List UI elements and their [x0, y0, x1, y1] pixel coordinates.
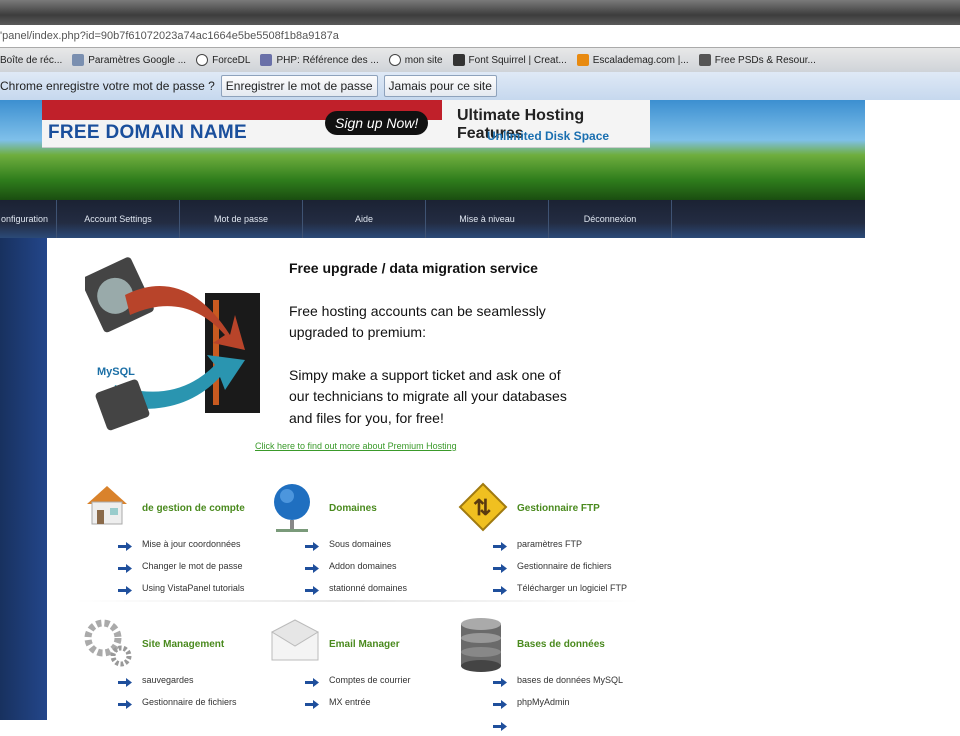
bookmark-label: mon site [404, 54, 443, 66]
php-icon [260, 54, 273, 66]
arrow-right-icon [305, 674, 319, 687]
signup-button[interactable]: Sign up Now! [325, 111, 429, 135]
bookmark[interactable]: mon site [388, 54, 443, 66]
section-title[interactable]: Gestionnaire FTP [517, 503, 600, 514]
arrow-right-icon [305, 582, 319, 595]
arrow-right-icon [493, 674, 507, 687]
arrow-right-icon [493, 582, 507, 595]
mountain-icon [576, 54, 589, 66]
section-link[interactable]: phpMyAdmin [517, 697, 570, 707]
section-link[interactable]: Télécharger un logiciel FTP [517, 583, 627, 593]
bookmarks-bar: Boîte de réc... Paramètres Google ... Fo… [0, 48, 960, 72]
page-margin [865, 100, 960, 238]
section-link[interactable]: MX entrée [329, 697, 371, 707]
browser-titlebar [0, 0, 960, 25]
ad-banner[interactable]: FREE DOMAIN NAME Sign up Now! Ultimate H… [42, 100, 650, 148]
section-link[interactable]: paramètres FTP [517, 539, 582, 549]
section-link[interactable]: Gestionnaire de fichiers [517, 561, 612, 571]
ftp-sign-icon: ⇅ [458, 482, 508, 537]
globe-icon [270, 482, 314, 541]
envelope-icon [270, 618, 320, 667]
password-infobar: Chrome enregistre votre mot de passe ? E… [0, 72, 960, 100]
globe-icon [388, 54, 401, 66]
migration-text: Free upgrade / data migration service Fr… [289, 258, 589, 429]
arrow-right-icon [305, 538, 319, 551]
bookmark-label: Font Squirrel | Creat... [468, 54, 567, 66]
nav-upgrade[interactable]: Mise à niveau [426, 200, 549, 238]
nav-help[interactable]: Aide [303, 200, 426, 238]
section-link[interactable]: Using VistaPanel tutorials [142, 583, 244, 593]
arrow-right-icon [305, 560, 319, 573]
ad-headline: FREE DOMAIN NAME [48, 122, 248, 143]
bookmark-label: Boîte de réc... [0, 54, 63, 66]
section-link[interactable]: bases de données MySQL [517, 675, 623, 685]
arrow-right-icon [493, 718, 507, 731]
squirrel-icon [452, 54, 465, 66]
globe-icon [196, 54, 209, 66]
bookmark[interactable]: ForceDL [196, 54, 250, 66]
section-link[interactable]: sauvegardes [142, 675, 194, 685]
arrow-right-icon [493, 560, 507, 573]
section-title[interactable]: de gestion de compte [142, 503, 245, 514]
bookmark-label: Escalademag.com |... [592, 54, 689, 66]
bookmark[interactable]: Paramètres Google ... [72, 54, 186, 66]
save-password-button[interactable]: Enregistrer le mot de passe [220, 75, 378, 97]
psd-icon [698, 54, 711, 66]
migration-illustration: MySQL [85, 257, 260, 431]
database-icon [458, 618, 504, 677]
section-link[interactable]: Sous domaines [329, 539, 391, 549]
section-title[interactable]: Email Manager [329, 639, 400, 650]
section-title[interactable]: Domaines [329, 503, 377, 514]
arrow-right-icon [305, 696, 319, 709]
nav-account-settings[interactable]: Account Settings [57, 200, 180, 238]
gears-icon [83, 618, 133, 673]
bookmark-label: ForceDL [212, 54, 251, 66]
arrow-right-icon [118, 674, 132, 687]
section-link[interactable]: Addon domaines [329, 561, 397, 571]
section-link[interactable]: Mise à jour coordonnées [142, 539, 241, 549]
bookmark[interactable]: Escalademag.com |... [576, 54, 689, 66]
address-bar[interactable]: 'panel/index.php?id=90b7f61072023a74ac16… [0, 25, 960, 48]
url-text: 'panel/index.php?id=90b7f61072023a74ac16… [0, 30, 339, 42]
arrow-right-icon [493, 538, 507, 551]
arrow-right-icon [118, 696, 132, 709]
never-save-button[interactable]: Jamais pour ce site [383, 75, 497, 97]
bookmark-label: Paramètres Google ... [88, 54, 187, 66]
migration-paragraph-2: Simpy make a support ticket and ask one … [289, 366, 567, 426]
section-title[interactable]: Site Management [142, 639, 224, 650]
infobar-message: Chrome enregistre votre mot de passe ? [0, 79, 215, 93]
bookmark[interactable]: Boîte de réc... [0, 55, 62, 66]
section-title[interactable]: Bases de données [517, 639, 605, 650]
section-link[interactable]: stationné domaines [329, 583, 407, 593]
bookmark[interactable]: PHP: Référence des ... [260, 54, 379, 66]
section-link[interactable]: Comptes de courrier [329, 675, 411, 685]
ad-disk: Unlimited Disk Space [487, 129, 610, 143]
premium-hosting-link[interactable]: Click here to find out more about Premiu… [255, 441, 457, 451]
migration-paragraph-1: Free hosting accounts can be seamlessly … [289, 302, 546, 341]
svg-text:⇅: ⇅ [473, 495, 491, 520]
arrow-right-icon [118, 538, 132, 551]
section-link[interactable]: Changer le mot de passe [142, 561, 243, 571]
sidebar [0, 238, 47, 720]
bookmark[interactable]: Free PSDs & Resour... [698, 54, 816, 66]
migration-title: Free upgrade / data migration service [289, 260, 538, 276]
nav-logout[interactable]: Déconnexion [549, 200, 672, 238]
house-icon [83, 482, 131, 533]
nav-configuration[interactable]: onfiguration [0, 200, 57, 238]
arrow-right-icon [118, 560, 132, 573]
section-link[interactable]: Gestionnaire de fichiers [142, 697, 237, 707]
main-nav: onfiguration Account Settings Mot de pas… [0, 200, 865, 238]
bookmark-label: Free PSDs & Resour... [714, 54, 816, 66]
nav-password[interactable]: Mot de passe [180, 200, 303, 238]
section-divider [75, 600, 640, 602]
bookmark-icon [72, 54, 85, 66]
mysql-logo: MySQL [97, 366, 135, 378]
bookmark-label: PHP: Référence des ... [276, 54, 379, 66]
arrow-right-icon [118, 582, 132, 595]
bookmark[interactable]: Font Squirrel | Creat... [452, 54, 567, 66]
arrow-right-icon [493, 696, 507, 709]
